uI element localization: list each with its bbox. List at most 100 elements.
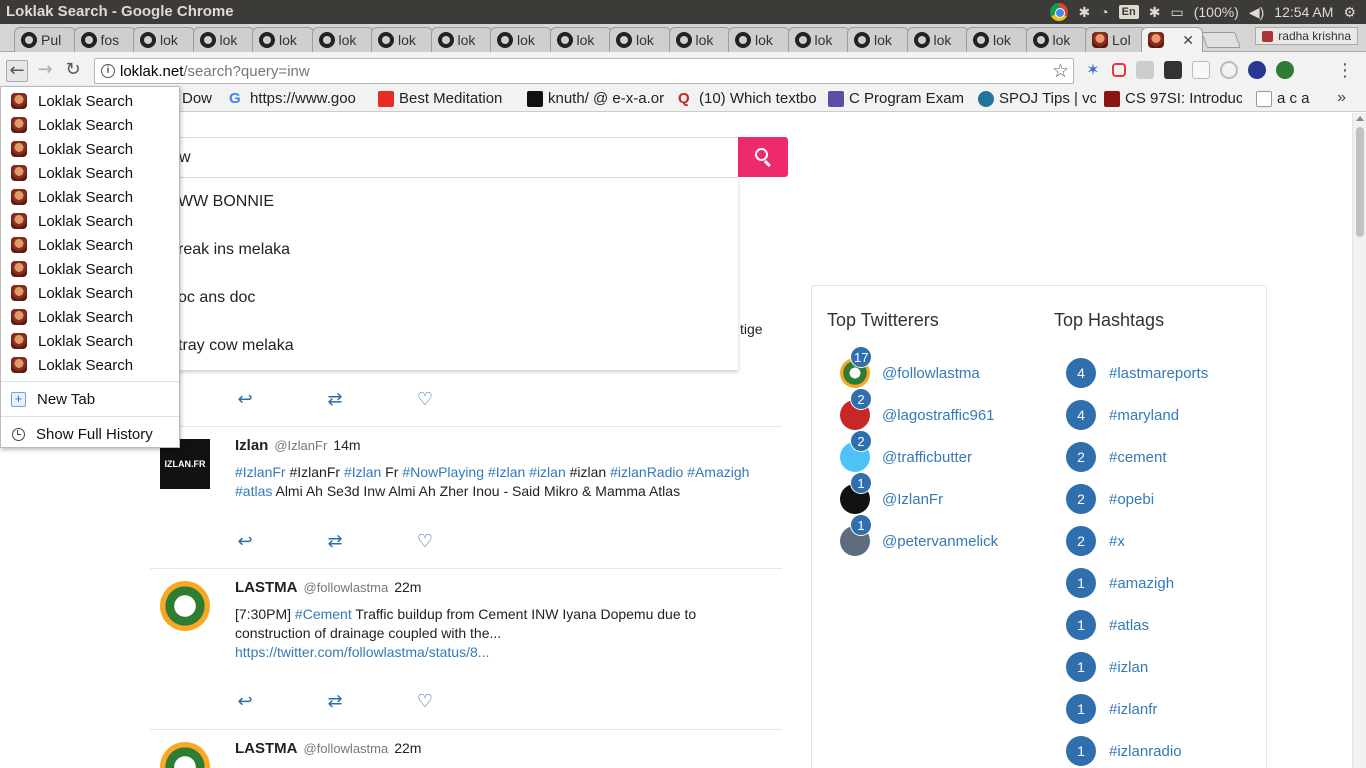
twitterer-item[interactable]: 1 @petervanmelick: [840, 514, 998, 557]
browser-tab[interactable]: lok: [311, 27, 374, 52]
scrollbar-thumb[interactable]: [1356, 127, 1364, 237]
like-heart-icon[interactable]: ♡: [415, 389, 435, 410]
extension-gray-icon[interactable]: [1136, 61, 1154, 79]
browser-tab[interactable]: lok: [192, 27, 255, 52]
back-arrow-icon[interactable]: ←: [6, 60, 28, 82]
browser-tab[interactable]: lok: [668, 27, 731, 52]
history-entry[interactable]: Loklak Search: [1, 185, 179, 209]
history-entry[interactable]: Loklak Search: [1, 257, 179, 281]
browser-tab[interactable]: lok: [609, 27, 671, 52]
page-scrollbar[interactable]: [1352, 113, 1366, 768]
reply-icon[interactable]: ↩: [235, 691, 255, 712]
history-entry[interactable]: Loklak Search: [1, 305, 179, 329]
hashtag-item[interactable]: 1 #amazigh: [1066, 568, 1174, 598]
bluetooth-icon-2[interactable]: ✱: [1149, 4, 1161, 21]
hashtag-item[interactable]: 1 #atlas: [1066, 610, 1149, 640]
suggestion-item[interactable]: WW BONNIE: [178, 178, 274, 226]
clock[interactable]: 12:54 AM: [1274, 4, 1333, 20]
history-new-tab[interactable]: + New Tab: [1, 387, 179, 411]
bookmark-item[interactable]: Dow: [182, 90, 222, 107]
avatar[interactable]: [160, 581, 210, 631]
scroll-up-arrow-icon[interactable]: [1356, 116, 1364, 121]
info-icon[interactable]: i: [101, 64, 115, 78]
hashtag-item[interactable]: 1 #izlanradio: [1066, 736, 1182, 766]
new-tab-button[interactable]: [1201, 32, 1241, 48]
bookmark-item[interactable]: Q (10) Which textbo: [678, 90, 818, 107]
bookmark-item[interactable]: SPOJ Tips | vc: [978, 90, 1096, 107]
hashtag-item[interactable]: 4 #lastmareports: [1066, 358, 1208, 388]
reply-icon[interactable]: ↩: [235, 389, 255, 410]
extension-plus-icon[interactable]: [1192, 61, 1210, 79]
bookmark-item[interactable]: Best Meditation: [378, 90, 518, 107]
retweet-icon[interactable]: ⇄: [325, 531, 345, 552]
browser-tab[interactable]: lok: [549, 27, 612, 52]
browser-tab[interactable]: lok: [906, 27, 969, 52]
settings-gear-icon[interactable]: ⚙: [1343, 4, 1356, 21]
hashtag-item[interactable]: 4 #maryland: [1066, 400, 1179, 430]
search-input[interactable]: w: [150, 137, 738, 178]
hashtag-item[interactable]: 2 #x: [1066, 526, 1125, 556]
bluetooth-icon[interactable]: ✱: [1078, 4, 1090, 21]
history-entry[interactable]: Loklak Search: [1, 233, 179, 257]
bookmarks-overflow-icon[interactable]: »: [1337, 89, 1346, 107]
hashtag-item[interactable]: 2 #opebi: [1066, 484, 1154, 514]
show-full-history[interactable]: Show Full History: [1, 422, 179, 446]
browser-tab[interactable]: lok: [430, 27, 493, 52]
address-bar[interactable]: i loklak.net/search?query=inw ☆: [94, 58, 1074, 84]
avatar[interactable]: [160, 742, 210, 768]
hashtag-item[interactable]: 1 #izlanfr: [1066, 694, 1157, 724]
bookmark-item[interactable]: knuth/ @ e-x-a.or: [527, 90, 667, 107]
wifi-icon[interactable]: ◔: [1100, 4, 1108, 20]
browser-tab[interactable]: lok: [966, 27, 1028, 52]
extension-star-icon[interactable]: ✶: [1084, 61, 1102, 79]
bookmark-item[interactable]: a c a: [1256, 90, 1316, 107]
tweet-author[interactable]: LASTMA @followlastma 22m: [235, 579, 421, 596]
history-entry[interactable]: Loklak Search: [1, 161, 179, 185]
retweet-icon[interactable]: ⇄: [325, 389, 345, 410]
retweet-icon[interactable]: ⇄: [325, 691, 345, 712]
profile-button[interactable]: radha krishna: [1255, 27, 1358, 45]
tweet-author[interactable]: Izlan @IzlanFr 14m: [235, 437, 361, 454]
browser-tab[interactable]: lok: [252, 27, 314, 52]
tab-loklak[interactable]: Lol: [1085, 27, 1147, 52]
tweet-link[interactable]: https://twitter.com/followlastma/status/…: [235, 644, 489, 660]
browser-tab[interactable]: lok: [847, 27, 909, 52]
history-entry[interactable]: Loklak Search: [1, 353, 179, 377]
history-entry[interactable]: Loklak Search: [1, 89, 179, 113]
browser-tab[interactable]: Pul: [14, 27, 76, 52]
forward-arrow-icon[interactable]: →: [34, 60, 56, 82]
extension-circle-icon[interactable]: [1220, 61, 1238, 79]
tab-active-loklak[interactable]: ✕: [1141, 27, 1203, 52]
reply-icon[interactable]: ↩: [235, 531, 255, 552]
history-entry[interactable]: Loklak Search: [1, 113, 179, 137]
reload-icon[interactable]: ↻: [62, 60, 84, 82]
tweet-author[interactable]: LASTMA @followlastma 22m: [235, 740, 421, 757]
volume-icon[interactable]: ◀): [1249, 4, 1264, 21]
browser-tab[interactable]: lok: [490, 27, 552, 52]
like-heart-icon[interactable]: ♡: [415, 531, 435, 552]
chrome-menu-icon[interactable]: ⋮: [1336, 60, 1354, 81]
history-entry[interactable]: Loklak Search: [1, 281, 179, 305]
history-entry[interactable]: Loklak Search: [1, 209, 179, 233]
browser-tab[interactable]: lok: [133, 27, 195, 52]
twitterer-item[interactable]: 1 @IzlanFr: [840, 472, 943, 515]
history-entry[interactable]: Loklak Search: [1, 329, 179, 353]
url-text[interactable]: loklak.net/search?query=inw: [120, 63, 310, 80]
bookmark-item[interactable]: Ghttps://www.goo: [229, 90, 367, 107]
browser-tab[interactable]: lok: [1025, 27, 1088, 52]
extension-film-icon[interactable]: [1164, 61, 1182, 79]
hashtag-item[interactable]: 2 #cement: [1066, 442, 1167, 472]
suggestion-item[interactable]: tray cow melaka: [178, 322, 294, 370]
history-entry[interactable]: Loklak Search: [1, 137, 179, 161]
browser-tab[interactable]: fos: [73, 27, 136, 52]
keyboard-layout-indicator[interactable]: En: [1118, 5, 1139, 19]
bookmark-item[interactable]: C Program Exam: [828, 90, 966, 107]
hashtag-item[interactable]: 1 #izlan: [1066, 652, 1148, 682]
suggestion-item[interactable]: oc ans doc: [178, 274, 255, 322]
twitterer-item[interactable]: 2 @trafficbutter: [840, 430, 972, 473]
suggestion-item[interactable]: reak ins melaka: [178, 226, 290, 274]
extension-moon-icon[interactable]: [1248, 61, 1266, 79]
close-tab-icon[interactable]: ✕: [1182, 32, 1194, 49]
bookmark-item[interactable]: CS 97SI: Introduc: [1104, 90, 1242, 107]
extension-new-icon[interactable]: [1276, 61, 1294, 79]
